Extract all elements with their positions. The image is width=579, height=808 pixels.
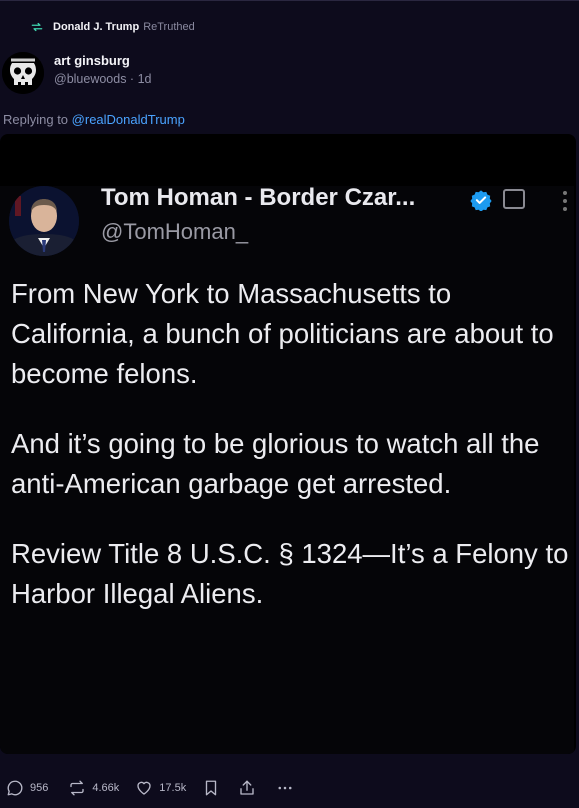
reply-count: 956	[30, 782, 49, 794]
top-divider	[0, 0, 579, 1]
like-count: 17.5k	[159, 782, 187, 794]
retruth-button[interactable]: 4.66k	[68, 779, 119, 797]
reply-button[interactable]: 956	[6, 779, 48, 797]
embedded-paragraph: From New York to Massachusetts to Califo…	[11, 278, 554, 389]
reply-icon	[7, 780, 23, 796]
share-button[interactable]	[238, 779, 262, 797]
action-bar: 956 4.66k 17.5k	[0, 776, 579, 800]
like-button[interactable]: 17.5k	[135, 779, 186, 797]
retruth-icon	[70, 780, 85, 796]
retruth-icon	[31, 22, 43, 32]
heart-icon	[137, 781, 151, 795]
bookmark-icon	[206, 780, 217, 796]
retruth-user[interactable]: Donald J. Trump	[53, 21, 139, 33]
affiliation-badge-icon	[503, 189, 525, 209]
embedded-author-name: Tom Homan - Border Czar...	[101, 184, 416, 211]
retruth-label: ReTruthed	[143, 21, 195, 33]
embedded-paragraph: And it’s going to be glorious to watch a…	[11, 428, 540, 499]
verified-icon	[470, 190, 492, 211]
embedded-author-handle: @TomHoman_	[101, 219, 249, 244]
embedded-avatar	[9, 186, 79, 256]
author-meta: @bluewoods · 1d	[54, 72, 152, 86]
more-options-button[interactable]	[276, 779, 300, 797]
author-avatar[interactable]	[2, 52, 44, 94]
more-icon	[278, 786, 292, 790]
post-image[interactable]: Tom Homan - Border Czar... @TomHoman_ Fr…	[0, 134, 576, 754]
replying-prefix: Replying to	[3, 112, 69, 127]
bookmark-button[interactable]	[202, 779, 226, 797]
more-vertical-icon	[563, 191, 567, 211]
embedded-paragraph: Review Title 8 U.S.C. § 1324—It’s a Felo…	[11, 538, 569, 609]
replying-to: Replying to @realDonaldTrump	[3, 112, 185, 127]
reply-mention-link[interactable]: @realDonaldTrump	[72, 112, 185, 127]
embedded-post-text: From New York to Massachusetts to Califo…	[11, 274, 571, 644]
author-block: art ginsburg @bluewoods · 1d	[54, 52, 151, 88]
retruth-header: Donald J. Trump ReTruthed	[30, 18, 195, 36]
author-name[interactable]: art ginsburg	[54, 52, 151, 70]
retruth-count: 4.66k	[92, 782, 120, 794]
share-icon	[240, 780, 254, 795]
